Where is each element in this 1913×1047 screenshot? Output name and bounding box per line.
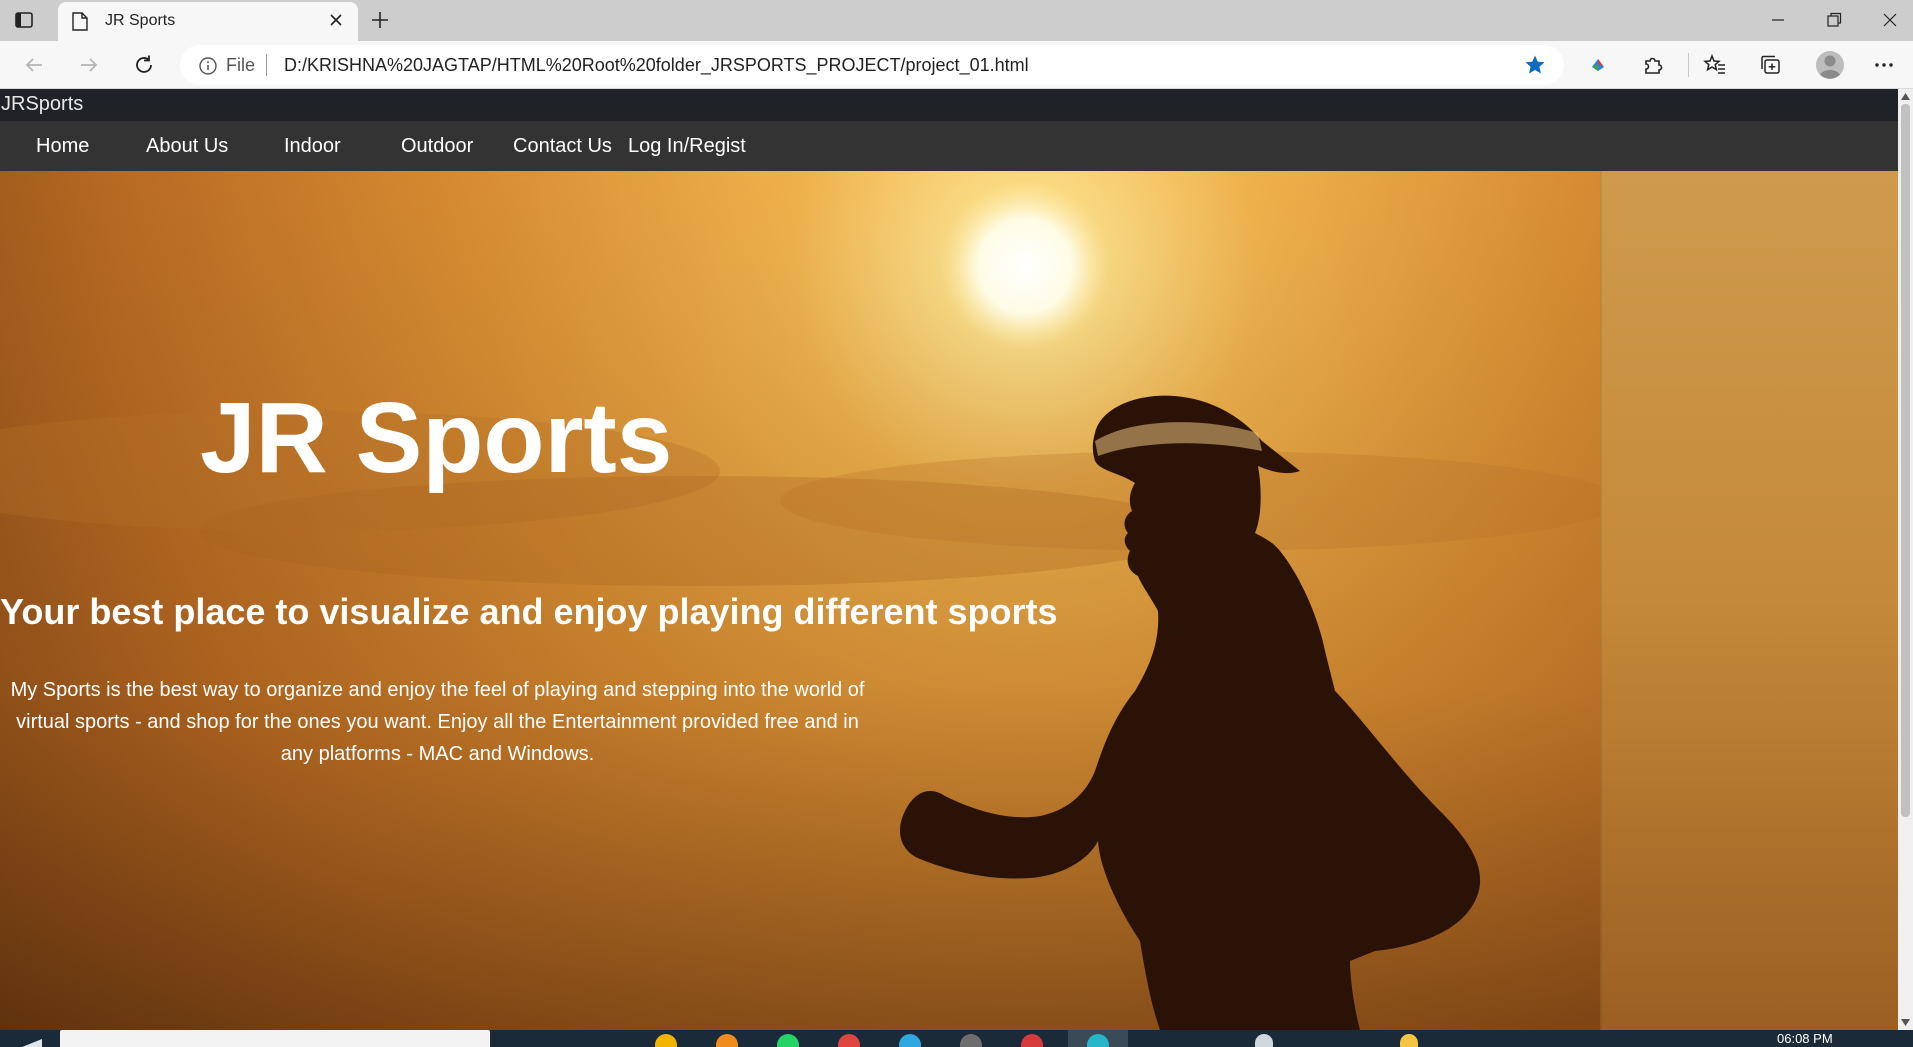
os-taskbar: 06:08 PM	[0, 1030, 1913, 1047]
address-bar[interactable]: File D:/KRISHNA%20JAGTAP/HTML%20Root%20f…	[180, 45, 1564, 85]
nav-link-home[interactable]: Home	[36, 135, 89, 158]
nav-link-contact-us[interactable]: Contact Us	[513, 135, 612, 158]
back-arrow-icon[interactable]	[22, 53, 46, 77]
plus-icon[interactable]	[370, 10, 390, 30]
taskbar-edge-icon	[1087, 1034, 1109, 1047]
taskbar-whatsapp-icon[interactable]	[777, 1034, 799, 1047]
taskbar-search-box[interactable]	[60, 1030, 490, 1047]
reload-icon[interactable]	[132, 53, 156, 77]
close-icon[interactable]	[328, 12, 344, 28]
hero-subtitle: Your best place to visualize and enjoy p…	[0, 591, 1058, 632]
site-brand-bar: JRSports	[0, 89, 1898, 121]
taskbar-app-icon[interactable]	[716, 1034, 738, 1047]
taskbar-tray-icon[interactable]	[1255, 1034, 1273, 1047]
toolbar-divider	[1688, 53, 1689, 77]
address-divider	[266, 54, 267, 76]
taskbar-app-icon-2[interactable]	[838, 1034, 860, 1047]
taskbar-tray-icon-2[interactable]	[1400, 1034, 1418, 1047]
browser-tab-strip: JR Sports	[0, 0, 1913, 41]
extension-color-icon[interactable]	[1586, 53, 1610, 77]
taskbar-file-explorer-icon[interactable]	[655, 1034, 677, 1047]
profile-icon[interactable]	[1815, 50, 1845, 80]
taskbar-app-icon-5[interactable]	[1021, 1034, 1043, 1047]
restore-icon[interactable]	[1824, 10, 1844, 30]
taskbar-clock[interactable]: 06:08 PM	[1777, 1031, 1833, 1046]
taskbar-app-icon-4[interactable]	[960, 1034, 982, 1047]
hero-title: JR Sports	[200, 382, 673, 494]
nav-link-outdoor[interactable]: Outdoor	[401, 135, 473, 158]
puzzle-icon[interactable]	[1641, 53, 1665, 77]
page-icon	[72, 12, 88, 31]
info-icon[interactable]	[198, 56, 218, 76]
collections-icon[interactable]	[1758, 53, 1782, 77]
scroll-up-arrow-icon[interactable]	[1901, 93, 1910, 100]
nav-link-about-us[interactable]: About Us	[146, 135, 228, 158]
site-navbar: Home About Us Indoor Outdoor Contact Us …	[0, 121, 1898, 171]
scroll-down-arrow-icon[interactable]	[1901, 1019, 1910, 1026]
browser-toolbar: File D:/KRISHNA%20JAGTAP/HTML%20Root%20f…	[0, 41, 1913, 89]
forward-arrow-icon[interactable]	[77, 53, 101, 77]
nav-link-indoor[interactable]: Indoor	[284, 135, 341, 158]
window-close-icon[interactable]	[1880, 10, 1900, 30]
favorites-icon[interactable]	[1703, 53, 1727, 77]
tab-title: JR Sports	[105, 12, 176, 29]
taskbar-active-app[interactable]	[1068, 1030, 1128, 1047]
address-scheme-label: File	[226, 55, 256, 75]
hero-background-repeat	[1600, 171, 1898, 1030]
tab-actions-icon[interactable]	[14, 10, 34, 30]
more-icon[interactable]	[1872, 53, 1896, 77]
page-viewport: JRSports Home About Us Indoor Outdoor Co…	[0, 89, 1898, 1030]
site-brand[interactable]: JRSports	[1, 93, 83, 116]
minimize-icon[interactable]	[1768, 10, 1788, 30]
star-icon[interactable]	[1524, 54, 1546, 76]
url-text[interactable]: D:/KRISHNA%20JAGTAP/HTML%20Root%20folder…	[284, 55, 1029, 76]
nav-link-login-register[interactable]: Log In/Regist	[628, 135, 746, 158]
hero-description: My Sports is the best way to organize an…	[10, 679, 865, 765]
scrollbar-thumb[interactable]	[1901, 104, 1910, 817]
start-icon[interactable]	[22, 1035, 42, 1047]
page-scrollbar[interactable]	[1898, 89, 1913, 1030]
browser-tab-active[interactable]: JR Sports	[58, 2, 358, 41]
hero-section: JR Sports Your best place to visualize a…	[0, 171, 1898, 1030]
taskbar-app-icon-3[interactable]	[899, 1034, 921, 1047]
